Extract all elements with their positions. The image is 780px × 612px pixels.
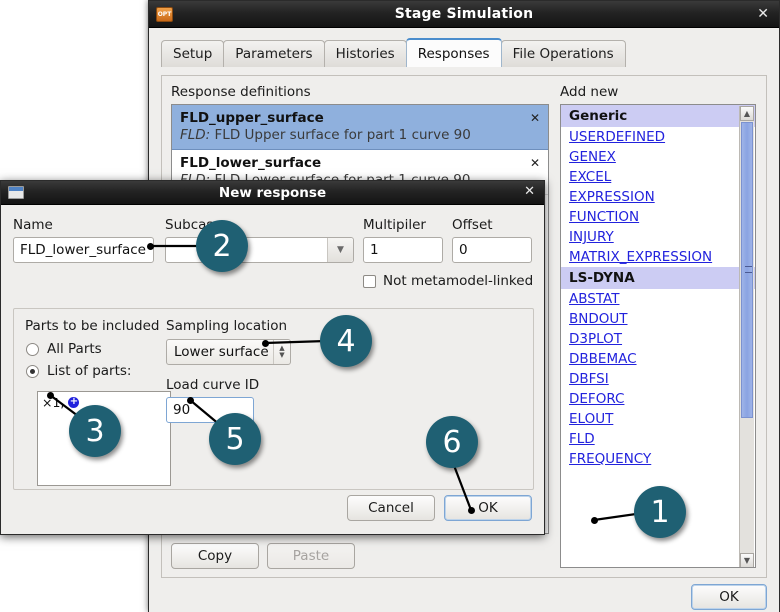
response-description-text: FLD Upper surface for part 1 curve 90 xyxy=(214,127,471,143)
tab-histories[interactable]: Histories xyxy=(323,40,407,67)
cancel-button[interactable]: Cancel xyxy=(347,495,435,521)
callout-4: 4 xyxy=(320,315,372,367)
remove-icon[interactable]: ✕ xyxy=(530,156,540,170)
scroll-down-icon[interactable]: ▼ xyxy=(740,553,754,567)
new-response-dialog: New response ✕ Name FLD_lower_surface Su… xyxy=(0,180,545,535)
response-definitions-label: Response definitions xyxy=(171,84,311,100)
tab-responses[interactable]: Responses xyxy=(405,38,502,67)
scroll-up-icon[interactable]: ▲ xyxy=(740,106,754,121)
category-header-ls-dyna: LS-DYNA xyxy=(561,267,755,289)
add-new-deforc[interactable]: DEFORC xyxy=(561,389,755,409)
tab-setup-label: Setup xyxy=(173,46,213,62)
tab-bar: Setup Parameters Histories Responses Fil… xyxy=(161,37,779,67)
add-new-fld[interactable]: FLD xyxy=(561,429,755,449)
scrollbar-thumb[interactable] xyxy=(741,122,753,418)
add-new-expression[interactable]: EXPRESSION xyxy=(561,187,755,207)
sampling-location-select[interactable]: Lower surface ▲ ▼ xyxy=(166,339,291,365)
radio-icon[interactable] xyxy=(26,342,39,356)
list-item[interactable]: FLD_upper_surface FLD: FLD Upper surface… xyxy=(172,105,548,150)
chevron-down-icon[interactable]: ▼ xyxy=(327,238,353,262)
callout-anchor-5 xyxy=(187,397,194,404)
all-parts-radio[interactable]: All Parts xyxy=(26,341,102,357)
scrollbar-grip xyxy=(745,266,752,273)
callout-anchor-6 xyxy=(468,507,475,514)
add-new-genex[interactable]: GENEX xyxy=(561,147,755,167)
category-header-generic: Generic xyxy=(561,105,755,127)
add-new-excel[interactable]: EXCEL xyxy=(561,167,755,187)
radio-icon-selected[interactable] xyxy=(26,364,39,378)
not-metamodel-linked-checkbox[interactable]: Not metamodel-linked xyxy=(363,273,533,289)
copy-button[interactable]: Copy xyxy=(171,543,259,569)
main-ok-button[interactable]: OK xyxy=(691,584,767,610)
response-name: FLD_upper_surface xyxy=(180,110,324,126)
offset-field[interactable]: 0 xyxy=(452,237,532,263)
tab-file-operations[interactable]: File Operations xyxy=(500,40,626,67)
not-metamodel-linked-label: Not metamodel-linked xyxy=(383,273,534,289)
offset-label: Offset xyxy=(452,217,493,233)
tab-parameters-label: Parameters xyxy=(235,46,313,62)
tab-parameters[interactable]: Parameters xyxy=(223,40,325,67)
tab-file-operations-label: File Operations xyxy=(512,46,614,62)
callout-5: 5 xyxy=(209,413,261,465)
response-description: FLD: FLD Upper surface for part 1 curve … xyxy=(180,127,540,143)
close-icon[interactable]: ✕ xyxy=(757,6,769,22)
callout-anchor-1 xyxy=(591,517,598,524)
add-new-matrix-expression[interactable]: MATRIX_EXPRESSION xyxy=(561,247,755,267)
response-name: FLD_lower_surface xyxy=(180,155,322,171)
callout-2: 2 xyxy=(196,220,248,272)
add-new-function[interactable]: FUNCTION xyxy=(561,207,755,227)
parts-to-be-included-label: Parts to be included xyxy=(25,318,160,334)
tab-responses-label: Responses xyxy=(417,45,490,62)
callout-anchor-2 xyxy=(147,243,154,250)
sampling-location-label: Sampling location xyxy=(166,318,288,334)
dialog-title: New response xyxy=(218,184,327,201)
callout-anchor-4 xyxy=(262,340,269,347)
add-new-frequency[interactable]: FREQUENCY xyxy=(561,449,755,469)
screen-root: OPT Stage Simulation ✕ Setup Parameters … xyxy=(0,0,780,612)
all-parts-label: All Parts xyxy=(47,341,102,357)
add-new-label: Add new xyxy=(560,84,619,100)
sampling-location-value: Lower surface xyxy=(174,344,269,360)
list-of-parts-label: List of parts: xyxy=(47,363,132,379)
add-new-userdefined[interactable]: USERDEFINED xyxy=(561,127,755,147)
response-type: FLD: xyxy=(180,127,211,143)
add-new-dbfsi[interactable]: DBFSI xyxy=(561,369,755,389)
plus-circle-icon[interactable]: + xyxy=(68,397,80,408)
copy-paste-row: Copy Paste xyxy=(171,543,355,569)
add-new-injury[interactable]: INJURY xyxy=(561,227,755,247)
tab-histories-label: Histories xyxy=(335,46,395,62)
dialog-button-row: Cancel OK xyxy=(347,495,532,521)
main-window-title: Stage Simulation xyxy=(394,6,534,22)
opt-folder-icon: OPT xyxy=(156,6,173,22)
add-new-dbbemac[interactable]: DBBEMAC xyxy=(561,349,755,369)
callout-1: 1 xyxy=(634,486,686,538)
name-label: Name xyxy=(13,217,53,233)
dialog-titlebar: New response ✕ xyxy=(1,181,544,205)
load-curve-id-label: Load curve ID xyxy=(166,377,260,393)
add-new-scrollbar[interactable]: ▲ ▼ xyxy=(739,106,754,567)
multiplier-field[interactable]: 1 xyxy=(363,237,443,263)
tab-setup[interactable]: Setup xyxy=(161,40,225,67)
add-new-bndout[interactable]: BNDOUT xyxy=(561,309,755,329)
name-field[interactable]: FLD_lower_surface xyxy=(13,237,154,263)
checkbox-icon[interactable] xyxy=(363,274,376,288)
paste-button: Paste xyxy=(267,543,355,569)
callout-anchor-3 xyxy=(47,392,54,399)
main-titlebar: OPT Stage Simulation ✕ xyxy=(149,1,779,28)
dialog-body: Name FLD_lower_surface Subcase ▼ Multipi… xyxy=(1,205,544,533)
dialog-ok-button[interactable]: OK xyxy=(444,495,532,521)
remove-icon[interactable]: ✕ xyxy=(530,111,540,125)
add-new-abstat[interactable]: ABSTAT xyxy=(561,289,755,309)
window-icon xyxy=(8,186,24,199)
subcase-select[interactable]: ▼ xyxy=(165,237,354,263)
callout-6: 6 xyxy=(426,416,478,468)
callout-3: 3 xyxy=(69,405,121,457)
multiplier-label: Multipiler xyxy=(363,217,426,233)
list-of-parts-radio[interactable]: List of parts: xyxy=(26,363,131,379)
spinner-updown-icon[interactable]: ▲ ▼ xyxy=(273,340,290,364)
add-new-elout[interactable]: ELOUT xyxy=(561,409,755,429)
add-new-d3plot[interactable]: D3PLOT xyxy=(561,329,755,349)
dialog-close-icon[interactable]: ✕ xyxy=(524,184,535,199)
